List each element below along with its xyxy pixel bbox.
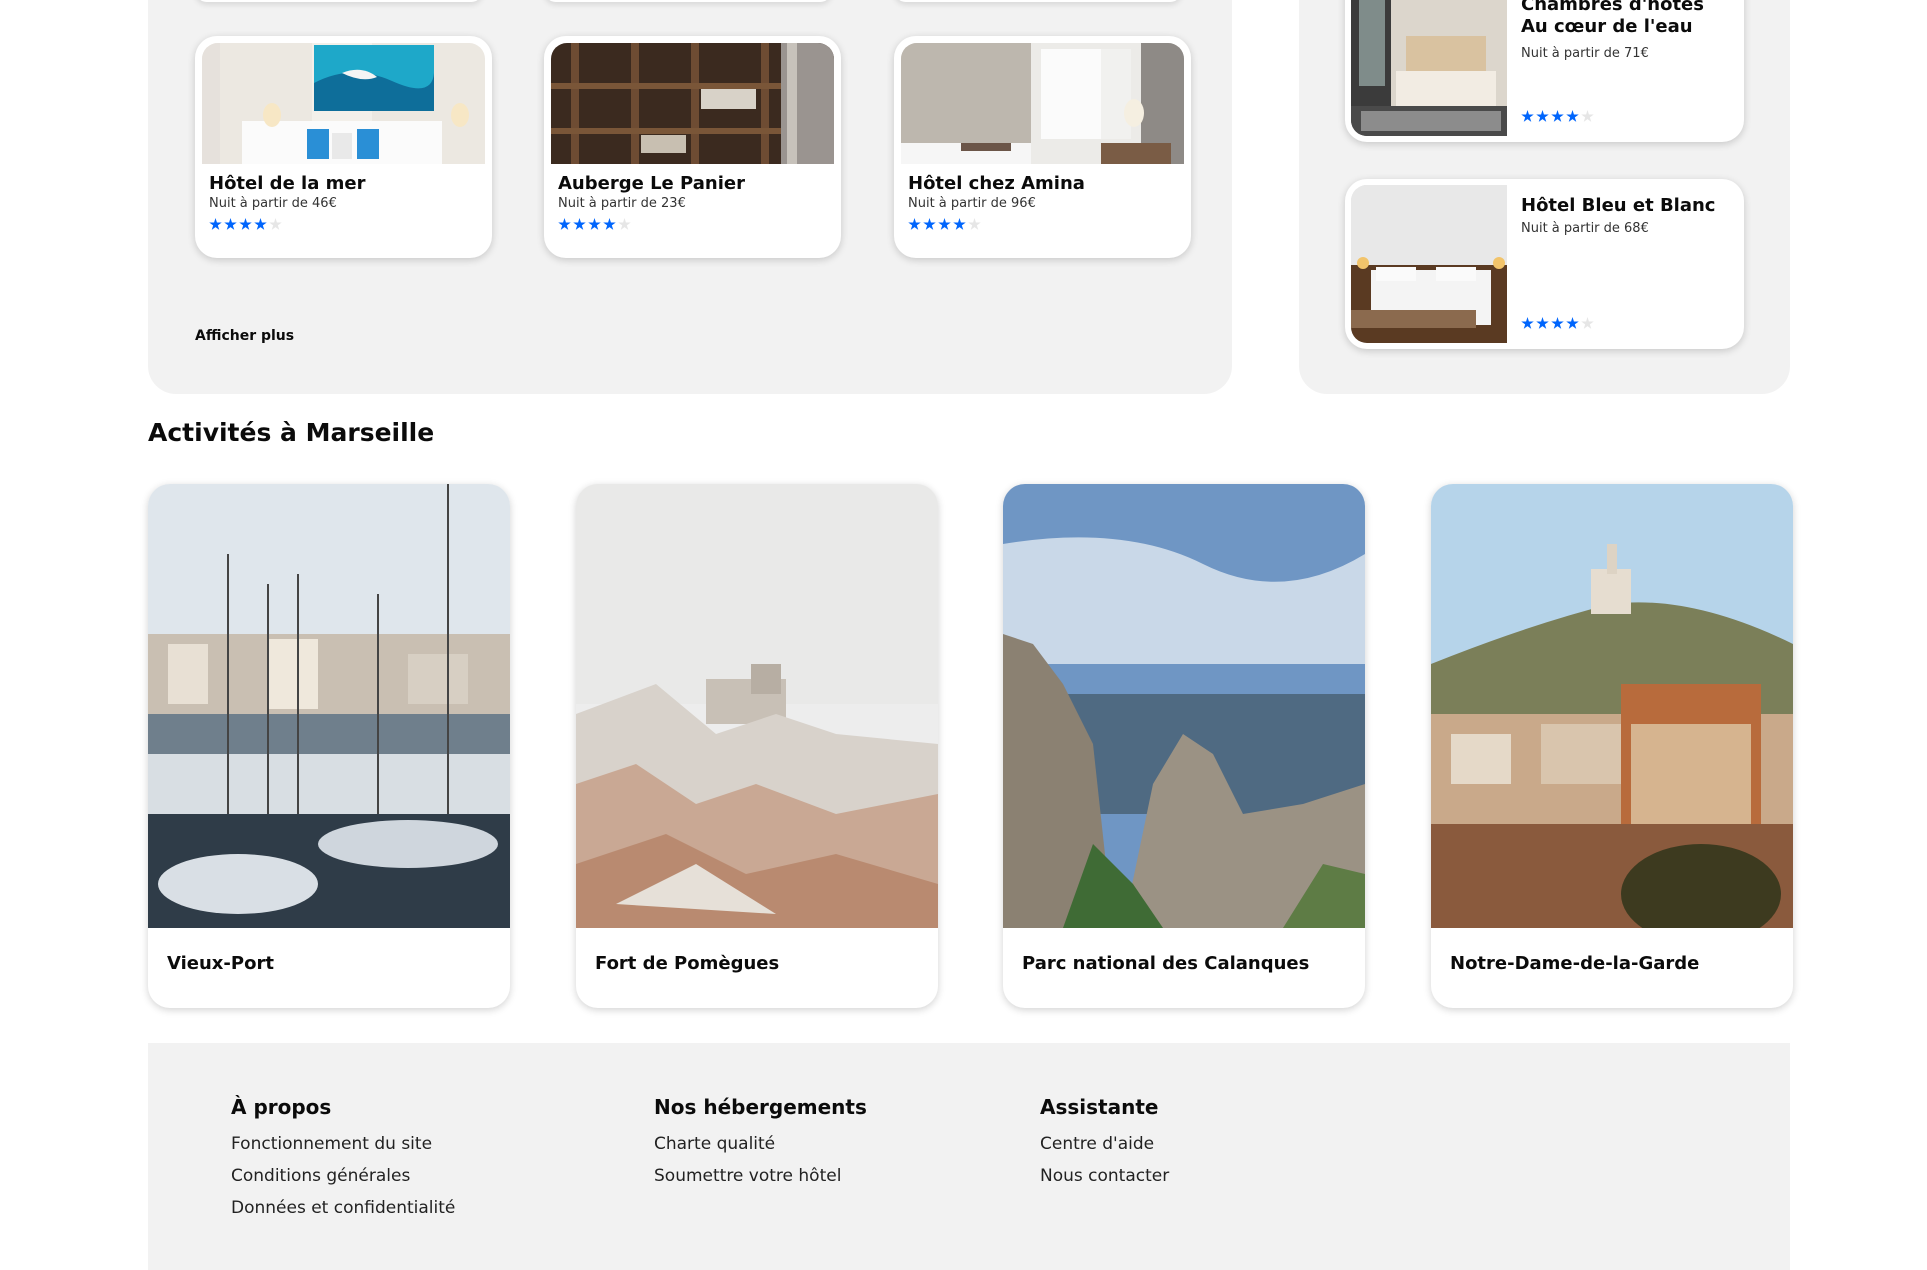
footer-link[interactable]: Nous contacter [1040, 1165, 1169, 1188]
star-icon [224, 218, 237, 230]
activity-card[interactable]: Fort de Pomègues [576, 484, 938, 1008]
footer: À propos Fonctionnement du site Conditio… [148, 1043, 1790, 1270]
hotel-photo [1351, 185, 1507, 343]
activity-card[interactable]: Notre-Dame-de-la-Garde [1431, 484, 1793, 1008]
activity-card[interactable]: Parc national des Calanques [1003, 484, 1365, 1008]
star-icon [209, 218, 222, 230]
star-icon [603, 218, 616, 230]
footer-heading: À propos [231, 1095, 332, 1119]
hotel-card[interactable]: Hôtel chez Amina Nuit à partir de 96€ [894, 36, 1191, 258]
star-icon [908, 218, 921, 230]
popular-hotel-card[interactable]: Chambres d'hôtes Au cœur de l'eau Nuit à… [1345, 0, 1744, 142]
activity-label: Notre-Dame-de-la-Garde [1450, 953, 1700, 974]
rating-stars [558, 218, 631, 231]
star-icon [254, 218, 267, 230]
hotel-price: Nuit à partir de 96€ [908, 196, 1036, 211]
star-icon [1521, 110, 1534, 122]
hotel-photo [901, 43, 1184, 164]
footer-link[interactable]: Données et confidentialité [231, 1197, 455, 1220]
popular-panel: Chambres d'hôtes Au cœur de l'eau Nuit à… [1299, 0, 1790, 394]
star-empty-icon [1581, 317, 1594, 329]
star-icon [938, 218, 951, 230]
star-empty-icon [269, 218, 282, 230]
star-icon [573, 218, 586, 230]
footer-column-accommodations: Nos hébergements Charte qualité Soumettr… [654, 1095, 867, 1197]
popular-hotel-card[interactable]: Hôtel Bleu et Blanc Nuit à partir de 68€ [1345, 179, 1744, 349]
star-icon [1536, 317, 1549, 329]
star-icon [588, 218, 601, 230]
show-more-link[interactable]: Afficher plus [195, 328, 294, 344]
footer-link[interactable]: Fonctionnement du site [231, 1133, 455, 1156]
footer-heading: Assistante [1040, 1095, 1159, 1119]
star-icon [239, 218, 252, 230]
star-icon [1566, 317, 1579, 329]
hotel-photo [202, 43, 485, 164]
star-icon [1566, 110, 1579, 122]
star-icon [1521, 317, 1534, 329]
hotel-name: Auberge Le Panier [558, 173, 745, 194]
star-icon [953, 218, 966, 230]
star-empty-icon [618, 218, 631, 230]
hotel-name: Hôtel chez Amina [908, 173, 1085, 194]
hotel-price: Nuit à partir de 71€ [1521, 46, 1649, 61]
hotel-name: Hôtel Bleu et Blanc [1521, 195, 1716, 216]
activity-label: Parc national des Calanques [1022, 953, 1310, 974]
hotel-card[interactable]: Auberge Le Panier Nuit à partir de 23€ [544, 36, 841, 258]
hotel-card-partial[interactable] [544, 0, 832, 2]
footer-link[interactable]: Soumettre votre hôtel [654, 1165, 867, 1188]
star-icon [1551, 110, 1564, 122]
star-icon [923, 218, 936, 230]
rating-stars [1521, 110, 1594, 123]
rating-stars [908, 218, 981, 231]
hotel-card-partial[interactable] [894, 0, 1182, 2]
star-icon [1551, 317, 1564, 329]
footer-heading: Nos hébergements [654, 1095, 867, 1119]
footer-link[interactable]: Conditions générales [231, 1165, 455, 1188]
activities-title: Activités à Marseille [148, 418, 435, 447]
activity-photo [1003, 484, 1365, 928]
hotel-price: Nuit à partir de 23€ [558, 196, 686, 211]
hotel-photo [1351, 0, 1507, 136]
hotel-price: Nuit à partir de 46€ [209, 196, 337, 211]
activity-card[interactable]: Vieux-Port [148, 484, 510, 1008]
star-icon [1536, 110, 1549, 122]
star-empty-icon [968, 218, 981, 230]
hotels-panel: Hôtel de la mer Nuit à partir de 46€ Aub… [148, 0, 1232, 394]
activity-label: Vieux-Port [167, 953, 274, 974]
activity-photo [576, 484, 938, 928]
hotel-photo [551, 43, 834, 164]
hotel-name: Chambres d'hôtes Au cœur de l'eau [1521, 0, 1704, 37]
rating-stars [1521, 317, 1594, 330]
hotel-name: Hôtel de la mer [209, 173, 366, 194]
footer-column-about: À propos Fonctionnement du site Conditio… [231, 1095, 455, 1229]
hotel-card-partial[interactable] [195, 0, 483, 2]
hotel-price: Nuit à partir de 68€ [1521, 221, 1649, 236]
star-icon [558, 218, 571, 230]
activity-photo [148, 484, 510, 928]
hotel-card[interactable]: Hôtel de la mer Nuit à partir de 46€ [195, 36, 492, 258]
star-empty-icon [1581, 110, 1594, 122]
footer-column-assistance: Assistante Centre d'aide Nous contacter [1040, 1095, 1169, 1197]
rating-stars [209, 218, 282, 231]
activity-photo [1431, 484, 1793, 928]
activity-label: Fort de Pomègues [595, 953, 780, 974]
footer-link[interactable]: Centre d'aide [1040, 1133, 1169, 1156]
page: Hôtel de la mer Nuit à partir de 46€ Aub… [0, 0, 1927, 1270]
footer-link[interactable]: Charte qualité [654, 1133, 867, 1156]
